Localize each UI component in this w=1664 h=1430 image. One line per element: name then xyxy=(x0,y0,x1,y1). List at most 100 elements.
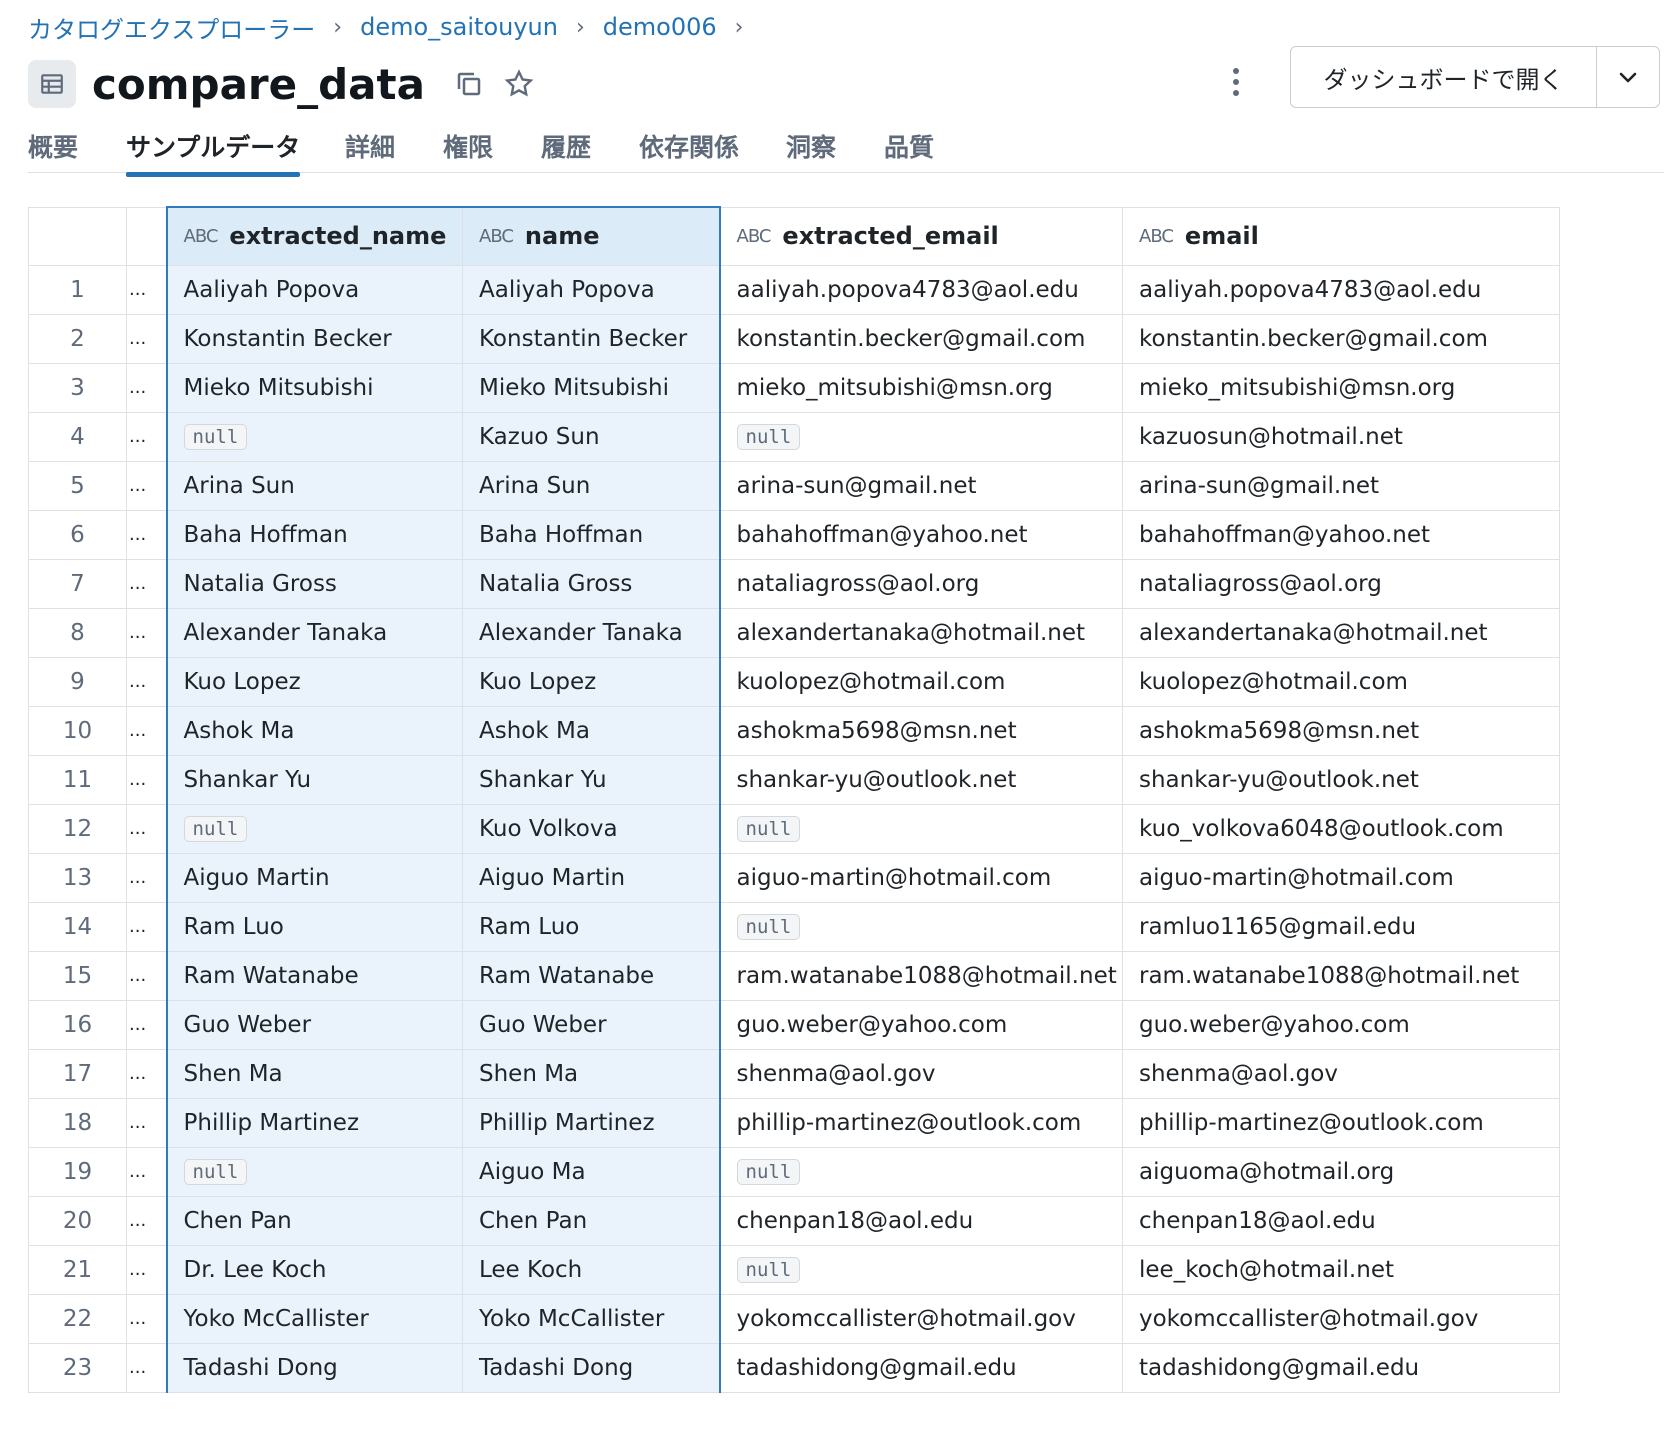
table-cell-email[interactable]: phillip-martinez@outlook.com xyxy=(1122,1097,1560,1148)
truncated-cell[interactable]: ... xyxy=(126,1342,167,1393)
table-cell-name[interactable]: Aiguo Martin xyxy=(462,852,721,903)
table-cell-extracted-name[interactable]: Ram Watanabe xyxy=(165,950,463,1001)
table-cell-extracted-name[interactable]: Tadashi Dong xyxy=(165,1342,463,1393)
tab-details[interactable]: 詳細 xyxy=(345,122,395,170)
table-cell-extracted-email[interactable]: aaliyah.popova4783@aol.edu xyxy=(719,264,1123,315)
table-cell-extracted-email[interactable]: shenma@aol.gov xyxy=(719,1048,1123,1099)
table-cell-extracted-name[interactable]: Aiguo Martin xyxy=(165,852,463,903)
table-cell-email[interactable]: yokomccallister@hotmail.gov xyxy=(1122,1293,1560,1344)
table-cell-extracted-email[interactable]: arina-sun@gmail.net xyxy=(719,460,1123,511)
table-cell-extracted-email[interactable]: shankar-yu@outlook.net xyxy=(719,754,1123,805)
sample-data-table-container[interactable]: ABC extracted_name ABC name ABC extracted_e… xyxy=(28,206,1664,1430)
table-cell-email[interactable]: ramluo1165@gmail.edu xyxy=(1122,901,1560,952)
table-cell-email[interactable]: shankar-yu@outlook.net xyxy=(1122,754,1560,805)
table-cell-name[interactable]: Arina Sun xyxy=(462,460,721,511)
table-cell-extracted-email[interactable]: ashokma5698@msn.net xyxy=(719,705,1123,756)
truncated-cell[interactable]: ... xyxy=(126,803,167,854)
truncated-cell[interactable]: ... xyxy=(126,901,167,952)
table-cell-extracted-email[interactable]: konstantin.becker@gmail.com xyxy=(719,313,1123,364)
table-cell-name[interactable]: Natalia Gross xyxy=(462,558,721,609)
tab-quality[interactable]: 品質 xyxy=(884,122,934,170)
column-header-email[interactable]: ABC email xyxy=(1122,206,1560,266)
column-header-name[interactable]: ABC name xyxy=(462,206,721,266)
table-cell-email[interactable]: alexandertanaka@hotmail.net xyxy=(1122,607,1560,658)
tab-history[interactable]: 履歴 xyxy=(541,122,591,170)
table-row[interactable]: 17... Shen Ma Shen Ma shenma@aol.gov shenma@… xyxy=(28,1048,1560,1099)
table-row[interactable]: 18... Phillip Martinez Phillip Martinez phi… xyxy=(28,1097,1560,1148)
table-cell-email[interactable]: kazuosun@hotmail.net xyxy=(1122,411,1560,462)
table-cell-name[interactable]: Chen Pan xyxy=(462,1195,721,1246)
truncated-cell[interactable]: ... xyxy=(126,1293,167,1344)
table-row[interactable]: 19... null Aiguo Ma null aiguoma@hotmail.org xyxy=(28,1146,1560,1197)
table-cell-extracted-name[interactable]: Natalia Gross xyxy=(165,558,463,609)
chevron-down-icon[interactable] xyxy=(1596,47,1659,107)
table-cell-extracted-email[interactable]: null xyxy=(719,901,1123,952)
truncated-cell[interactable]: ... xyxy=(126,852,167,903)
table-cell-email[interactable]: konstantin.becker@gmail.com xyxy=(1122,313,1560,364)
table-cell-extracted-email[interactable]: aiguo-martin@hotmail.com xyxy=(719,852,1123,903)
table-cell-extracted-email[interactable]: null xyxy=(719,803,1123,854)
table-cell-extracted-name[interactable]: Ashok Ma xyxy=(165,705,463,756)
table-cell-email[interactable]: chenpan18@aol.edu xyxy=(1122,1195,1560,1246)
tab-overview[interactable]: 概要 xyxy=(28,122,78,170)
table-row[interactable]: 21... Dr. Lee Koch Lee Koch null lee_koch@ho… xyxy=(28,1244,1560,1295)
table-cell-name[interactable]: Tadashi Dong xyxy=(462,1342,721,1393)
tab-insights[interactable]: 洞察 xyxy=(786,122,836,170)
table-cell-email[interactable]: aaliyah.popova4783@aol.edu xyxy=(1122,264,1560,315)
tab-lineage[interactable]: 依存関係 xyxy=(639,122,739,170)
table-cell-name[interactable]: Aaliyah Popova xyxy=(462,264,721,315)
column-header-extracted-name[interactable]: ABC extracted_name xyxy=(165,206,463,266)
truncated-cell[interactable]: ... xyxy=(126,558,167,609)
truncated-cell[interactable]: ... xyxy=(126,656,167,707)
breadcrumb-catalog[interactable]: demo_saitouyun xyxy=(360,13,558,41)
table-cell-extracted-name[interactable]: Guo Weber xyxy=(165,999,463,1050)
truncated-cell[interactable]: ... xyxy=(126,509,167,560)
table-row[interactable]: 7... Natalia Gross Natalia Gross nataliagro… xyxy=(28,558,1560,609)
table-cell-extracted-email[interactable]: null xyxy=(719,1244,1123,1295)
table-row[interactable]: 20... Chen Pan Chen Pan chenpan18@aol.edu ch… xyxy=(28,1195,1560,1246)
truncated-cell[interactable]: ... xyxy=(126,313,167,364)
table-cell-name[interactable]: Ram Luo xyxy=(462,901,721,952)
table-cell-extracted-email[interactable]: bahahoffman@yahoo.net xyxy=(719,509,1123,560)
table-cell-name[interactable]: Guo Weber xyxy=(462,999,721,1050)
table-cell-extracted-name[interactable]: null xyxy=(165,411,463,462)
table-cell-extracted-name[interactable]: Phillip Martinez xyxy=(165,1097,463,1148)
truncated-cell[interactable]: ... xyxy=(126,1244,167,1295)
table-cell-email[interactable]: kuo_volkova6048@outlook.com xyxy=(1122,803,1560,854)
table-cell-name[interactable]: Kuo Lopez xyxy=(462,656,721,707)
table-cell-name[interactable]: Kazuo Sun xyxy=(462,411,721,462)
table-cell-extracted-name[interactable]: Mieko Mitsubishi xyxy=(165,362,463,413)
table-cell-name[interactable]: Ram Watanabe xyxy=(462,950,721,1001)
table-cell-email[interactable]: aiguoma@hotmail.org xyxy=(1122,1146,1560,1197)
table-row[interactable]: 2... Konstantin Becker Konstantin Becker ko… xyxy=(28,313,1560,364)
table-cell-name[interactable]: Phillip Martinez xyxy=(462,1097,721,1148)
table-cell-name[interactable]: Aiguo Ma xyxy=(462,1146,721,1197)
table-cell-name[interactable]: Shankar Yu xyxy=(462,754,721,805)
table-cell-extracted-name[interactable]: Ram Luo xyxy=(165,901,463,952)
copy-icon[interactable] xyxy=(449,64,489,104)
table-row[interactable]: 5... Arina Sun Arina Sun arina-sun@gmail.ne… xyxy=(28,460,1560,511)
table-cell-extracted-email[interactable]: nataliagross@aol.org xyxy=(719,558,1123,609)
breadcrumb-schema[interactable]: demo006 xyxy=(603,13,717,41)
truncated-cell[interactable]: ... xyxy=(126,754,167,805)
table-cell-email[interactable]: ram.watanabe1088@hotmail.net xyxy=(1122,950,1560,1001)
truncated-cell[interactable]: ... xyxy=(126,362,167,413)
table-cell-extracted-name[interactable]: null xyxy=(165,1146,463,1197)
tab-permissions[interactable]: 権限 xyxy=(443,122,493,170)
table-cell-extracted-email[interactable]: tadashidong@gmail.edu xyxy=(719,1342,1123,1393)
table-row[interactable]: 4... null Kazuo Sun null kazuosun@hotmail.ne… xyxy=(28,411,1560,462)
open-dashboard-button[interactable]: ダッシュボードで開く xyxy=(1291,47,1596,107)
table-cell-extracted-name[interactable]: Chen Pan xyxy=(165,1195,463,1246)
table-cell-email[interactable]: mieko_mitsubishi@msn.org xyxy=(1122,362,1560,413)
table-cell-email[interactable]: kuolopez@hotmail.com xyxy=(1122,656,1560,707)
table-cell-email[interactable]: lee_koch@hotmail.net xyxy=(1122,1244,1560,1295)
table-cell-email[interactable]: nataliagross@aol.org xyxy=(1122,558,1560,609)
table-cell-extracted-name[interactable]: Kuo Lopez xyxy=(165,656,463,707)
table-cell-name[interactable]: Yoko McCallister xyxy=(462,1293,721,1344)
table-cell-extracted-email[interactable]: alexandertanaka@hotmail.net xyxy=(719,607,1123,658)
table-cell-extracted-email[interactable]: phillip-martinez@outlook.com xyxy=(719,1097,1123,1148)
column-header-extracted-email[interactable]: ABC extracted_email xyxy=(719,206,1123,266)
table-row[interactable]: 16... Guo Weber Guo Weber guo.weber@yahoo.c… xyxy=(28,999,1560,1050)
table-row[interactable]: 14... Ram Luo Ram Luo null ramluo1165@gmail.… xyxy=(28,901,1560,952)
table-cell-email[interactable]: guo.weber@yahoo.com xyxy=(1122,999,1560,1050)
